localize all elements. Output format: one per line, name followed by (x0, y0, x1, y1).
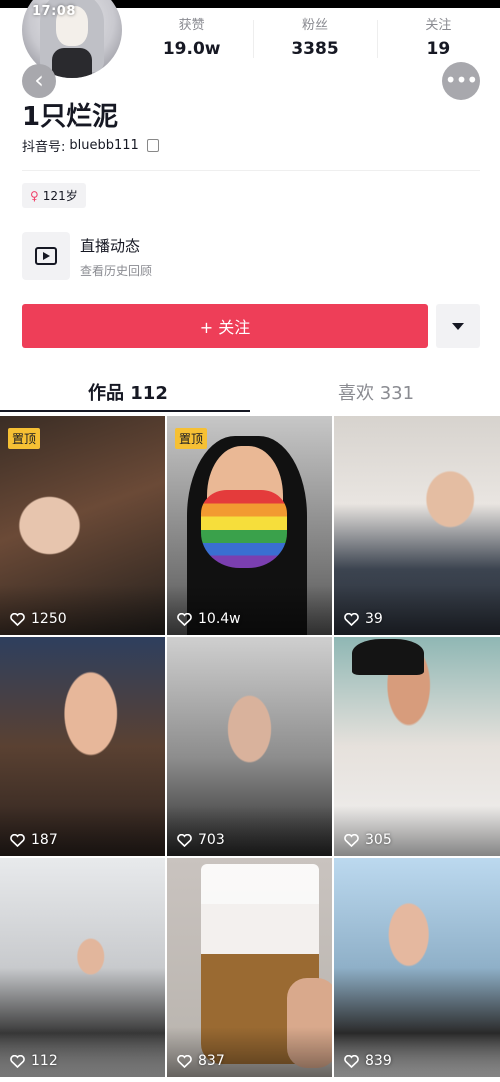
video-thumbnail[interactable]: 112 (0, 858, 165, 1077)
more-icon: ••• (444, 68, 478, 92)
live-subtitle: 查看历史回顾 (80, 264, 153, 278)
video-thumbnail[interactable]: 703 (167, 637, 332, 856)
like-count: 703 (198, 832, 225, 848)
thumbnail-shade (0, 585, 165, 635)
video-likes: 839 (344, 1053, 392, 1069)
heart-icon (344, 612, 359, 626)
thumbnail-cap (352, 639, 424, 675)
thumbnail-shade (0, 1027, 165, 1077)
thumbnail-shade (0, 806, 165, 856)
tab-likes[interactable]: 喜欢 331 (338, 379, 414, 405)
recommend-dropdown-button[interactable] (436, 304, 480, 348)
video-thumbnail[interactable]: 置顶 10.4w (167, 416, 332, 635)
video-thumbnail[interactable]: 305 (334, 637, 500, 856)
heart-icon (177, 1054, 192, 1068)
like-count: 837 (198, 1053, 225, 1069)
like-count: 305 (365, 832, 392, 848)
heart-icon (177, 612, 192, 626)
like-count: 10.4w (198, 611, 241, 627)
like-count: 112 (31, 1053, 58, 1069)
thumbnail-shade (167, 585, 332, 635)
back-icon: ‹ (34, 66, 44, 94)
thumbnail-shade (167, 806, 332, 856)
video-thumbnail[interactable]: 置顶 1250 (0, 416, 165, 635)
heart-icon (10, 833, 25, 847)
video-thumbnail[interactable]: 839 (334, 858, 500, 1077)
back-button[interactable]: ‹ (22, 64, 56, 98)
stat-label: 关注 (425, 18, 452, 33)
live-title[interactable]: 直播动态 (80, 235, 140, 256)
thumbnail-shade (334, 585, 500, 635)
female-icon: ♀ (30, 188, 39, 203)
video-grid: 置顶 1250 置顶 10.4w 39 187 703 305 112 837 … (0, 416, 500, 1077)
heart-icon (177, 833, 192, 847)
video-likes: 39 (344, 611, 383, 627)
heart-icon (10, 1054, 25, 1068)
age-tag: ♀ 121岁 (22, 183, 86, 208)
video-likes: 10.4w (177, 611, 241, 627)
follow-label: + 关注 (199, 318, 251, 337)
heart-icon (344, 833, 359, 847)
tab-works[interactable]: 作品 112 (88, 379, 168, 405)
pinned-badge: 置顶 (8, 428, 41, 449)
douyin-id-value: bluebb111 (69, 138, 139, 153)
pinned-badge: 置顶 (175, 428, 208, 449)
like-count: 39 (365, 611, 383, 627)
follow-button[interactable]: + 关注 (22, 304, 428, 348)
thumbnail-shade (334, 806, 500, 856)
video-likes: 187 (10, 832, 58, 848)
caret-down-icon (452, 322, 464, 330)
video-thumbnail[interactable]: 837 (167, 858, 332, 1077)
heart-icon (344, 1054, 359, 1068)
avatar-shoulders (52, 48, 92, 78)
live-history-button[interactable] (22, 232, 70, 280)
video-likes: 305 (344, 832, 392, 848)
copy-icon[interactable] (146, 139, 159, 152)
divider (22, 170, 480, 171)
status-time: 17:08 (32, 4, 76, 19)
thumbnail-shade (167, 1027, 332, 1077)
stat-value: 19 (426, 39, 451, 59)
tab-indicator (0, 410, 250, 412)
stat-label: 粉丝 (301, 18, 328, 33)
stat-value: 19.0w (162, 39, 221, 59)
stat-value: 3385 (291, 39, 339, 59)
stat-following[interactable]: 关注 19 (376, 14, 500, 64)
like-count: 187 (31, 832, 58, 848)
profile-name: 1只烂泥 (22, 102, 119, 132)
rainbow-mask (201, 490, 287, 568)
video-thumbnail[interactable]: 39 (334, 416, 500, 635)
like-count: 839 (365, 1053, 392, 1069)
tv-icon (35, 247, 57, 265)
stat-label: 获赞 (178, 18, 205, 33)
thumbnail-shade (334, 1027, 500, 1077)
douyin-id: 抖音号: bluebb111 (22, 136, 159, 155)
video-likes: 1250 (10, 611, 67, 627)
profile-stats: 获赞 19.0w 粉丝 3385 关注 19 (130, 14, 500, 64)
more-button[interactable]: ••• (442, 62, 480, 100)
age-label: 121岁 (42, 189, 78, 203)
video-thumbnail[interactable]: 187 (0, 637, 165, 856)
video-likes: 837 (177, 1053, 225, 1069)
video-likes: 112 (10, 1053, 58, 1069)
stat-followers[interactable]: 粉丝 3385 (253, 14, 376, 64)
like-count: 1250 (31, 611, 67, 627)
stat-likes[interactable]: 获赞 19.0w (130, 14, 253, 64)
video-likes: 703 (177, 832, 225, 848)
heart-icon (10, 612, 25, 626)
douyin-id-label: 抖音号: (22, 140, 66, 155)
